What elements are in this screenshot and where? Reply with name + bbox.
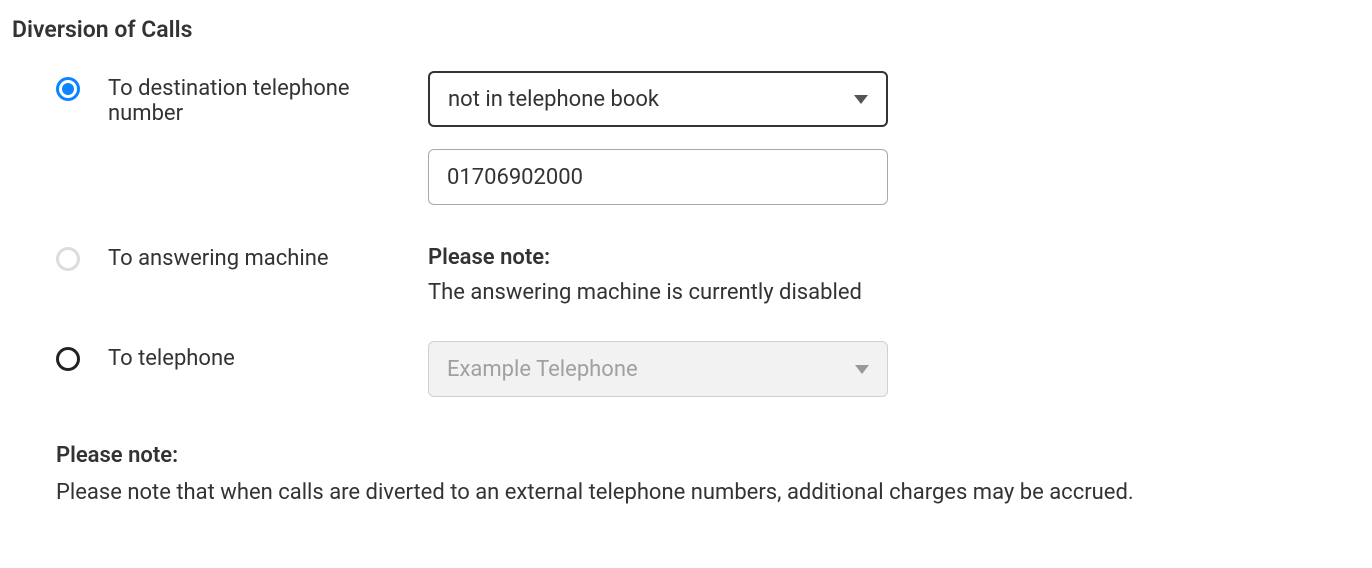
option-destination-label: To destination telephone number [108, 71, 428, 126]
chevron-down-icon [855, 365, 869, 374]
telephone-select-value: Example Telephone [447, 357, 638, 382]
destination-number-input[interactable] [428, 149, 888, 205]
radio-answering-machine[interactable] [56, 247, 80, 271]
phonebook-select[interactable]: not in telephone book [428, 71, 888, 127]
option-telephone: To telephone Example Telephone [56, 341, 1360, 419]
radio-destination[interactable] [56, 77, 80, 101]
option-answering-machine: To answering machine Please note: The an… [56, 241, 1360, 305]
section-title: Diversion of Calls [12, 16, 1360, 43]
radio-telephone[interactable] [56, 347, 80, 371]
diversion-options: To destination telephone number not in t… [12, 71, 1360, 419]
footer-note-text: Please note that when calls are diverted… [56, 480, 1360, 505]
telephone-select[interactable]: Example Telephone [428, 341, 888, 397]
chevron-down-icon [854, 95, 868, 104]
answering-machine-note-text: The answering machine is currently disab… [428, 280, 1360, 305]
option-telephone-label: To telephone [108, 341, 428, 371]
footer-note: Please note: Please note that when calls… [12, 443, 1360, 505]
footer-note-title: Please note: [56, 443, 1360, 468]
option-destination: To destination telephone number not in t… [56, 71, 1360, 205]
option-answering-machine-label: To answering machine [108, 241, 428, 271]
answering-machine-note-title: Please note: [428, 245, 1360, 270]
answering-machine-note: Please note: The answering machine is cu… [428, 245, 1360, 305]
phonebook-select-value: not in telephone book [448, 87, 659, 112]
